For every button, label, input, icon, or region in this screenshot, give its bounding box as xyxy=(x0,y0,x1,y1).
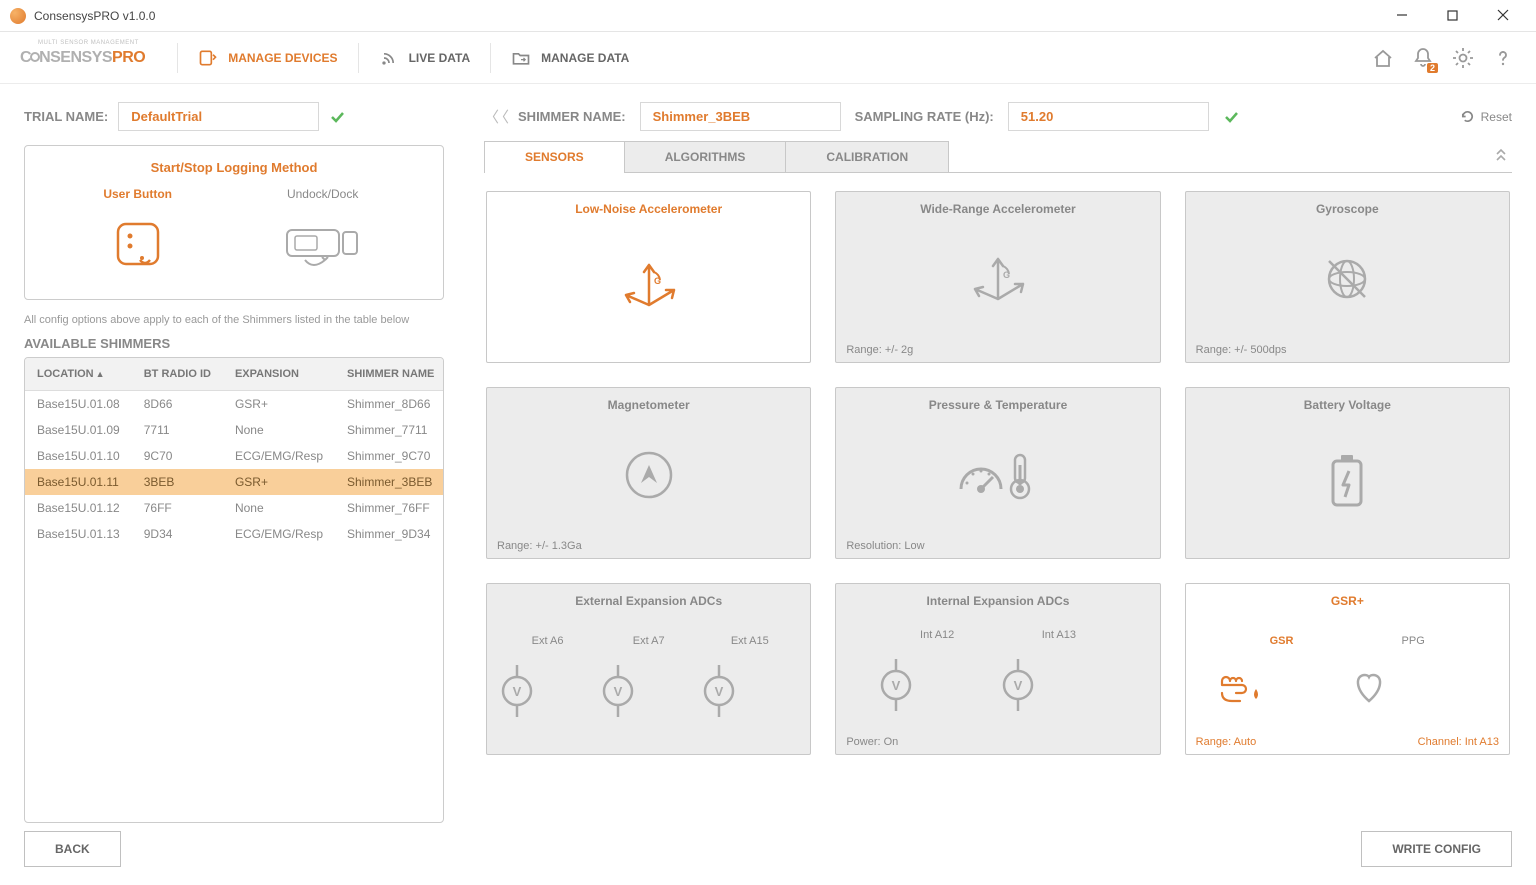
gauge-thermometer-icon xyxy=(836,416,1159,534)
sort-asc-icon: ▲ xyxy=(96,369,105,379)
svg-text:G: G xyxy=(1003,270,1010,280)
gear-icon[interactable] xyxy=(1450,45,1476,71)
write-config-button[interactable]: WRITE CONFIG xyxy=(1361,831,1512,867)
nav-manage-devices[interactable]: MANAGE DEVICES xyxy=(180,40,355,76)
table-row[interactable]: Base15U.01.088D66GSR+Shimmer_8D66 xyxy=(25,391,444,418)
svg-text:V: V xyxy=(715,684,724,699)
maximize-icon[interactable] xyxy=(1430,0,1476,32)
logging-undock-dock[interactable]: Undock/Dock xyxy=(281,187,365,279)
sampling-rate-label: SAMPLING RATE (Hz): xyxy=(855,109,994,124)
logging-user-button[interactable]: User Button xyxy=(103,187,172,279)
voltage-icon: V xyxy=(598,663,638,719)
sensor-wide-range-accelerometer[interactable]: Wide-Range Accelerometer G Range: +/- 2g xyxy=(835,191,1160,363)
tab-calibration[interactable]: CALIBRATION xyxy=(785,141,949,172)
svg-text:V: V xyxy=(513,684,522,699)
chevron-left-icon[interactable]: 〈〈 xyxy=(484,106,504,127)
brand-logo: MULTI SENSOR MANAGEMENT CNSENSYSPRO xyxy=(20,49,145,67)
svg-text:V: V xyxy=(892,678,901,693)
app-icon xyxy=(10,8,26,24)
logging-method-box: Start/Stop Logging Method User Button Un… xyxy=(24,145,444,300)
table-row[interactable]: Base15U.01.113BEBGSR+Shimmer_3BEB xyxy=(25,469,444,495)
col-expansion[interactable]: EXPANSION xyxy=(223,358,335,391)
back-button[interactable]: BACK xyxy=(24,831,121,867)
expand-icon[interactable] xyxy=(1494,148,1512,166)
nav-live-data[interactable]: LIVE DATA xyxy=(361,40,489,76)
sensor-gyroscope[interactable]: Gyroscope Range: +/- 500dps xyxy=(1185,191,1510,363)
notification-badge: 2 xyxy=(1427,63,1438,73)
accelerometer-icon: G xyxy=(487,220,810,350)
logging-title: Start/Stop Logging Method xyxy=(49,160,419,175)
footer: BACK WRITE CONFIG xyxy=(0,823,1536,885)
col-location[interactable]: LOCATION▲ xyxy=(25,358,132,391)
sensor-low-noise-accelerometer[interactable]: Low-Noise Accelerometer G xyxy=(486,191,811,363)
sensor-external-adcs[interactable]: External Expansion ADCs Ext A6 V Ext A7 … xyxy=(486,583,811,755)
minimize-icon[interactable] xyxy=(1379,0,1425,31)
tab-sensors[interactable]: SENSORS xyxy=(484,141,625,172)
sensor-magnetometer[interactable]: Magnetometer Range: +/- 1.3Ga xyxy=(486,387,811,559)
svg-text:G: G xyxy=(654,276,661,286)
home-icon[interactable] xyxy=(1370,45,1396,71)
sensor-internal-adcs[interactable]: Internal Expansion ADCs Int A12 V Int A1… xyxy=(835,583,1160,755)
table-row[interactable]: Base15U.01.1276FFNoneShimmer_76FF xyxy=(25,495,444,521)
voltage-icon: V xyxy=(876,657,916,713)
close-icon[interactable] xyxy=(1480,0,1526,31)
dock-icon xyxy=(281,209,365,279)
available-shimmers-header: AVAILABLE SHIMMERS xyxy=(24,336,444,351)
window-title: ConsensysPRO v1.0.0 xyxy=(34,9,1379,23)
gyroscope-icon xyxy=(1186,220,1509,338)
titlebar: ConsensysPRO v1.0.0 xyxy=(0,0,1536,32)
table-row[interactable]: Base15U.01.109C70ECG/EMG/RespShimmer_9C7… xyxy=(25,443,444,469)
help-icon[interactable] xyxy=(1490,45,1516,71)
shimmer-table: LOCATION▲ BT RADIO ID EXPANSION SHIMMER … xyxy=(24,357,444,823)
svg-text:V: V xyxy=(1014,678,1023,693)
trial-name-input[interactable] xyxy=(118,102,319,131)
config-note: All config options above apply to each o… xyxy=(24,314,444,326)
signal-icon xyxy=(379,48,399,68)
sensor-pressure-temperature[interactable]: Pressure & Temperature Resolution: Low xyxy=(835,387,1160,559)
toolbar: MULTI SENSOR MANAGEMENT CNSENSYSPRO MANA… xyxy=(0,32,1536,84)
reset-button[interactable]: Reset xyxy=(1460,109,1512,124)
tab-algorithms[interactable]: ALGORITHMS xyxy=(624,141,787,172)
battery-icon xyxy=(1186,416,1509,546)
svg-text:V: V xyxy=(614,684,623,699)
table-row[interactable]: Base15U.01.139D34ECG/EMG/RespShimmer_9D3… xyxy=(25,521,444,547)
config-tabs: SENSORS ALGORITHMS CALIBRATION xyxy=(484,141,1512,173)
bell-icon[interactable]: 2 xyxy=(1410,45,1436,71)
table-row[interactable]: Base15U.01.097711NoneShimmer_7711 xyxy=(25,417,444,443)
voltage-icon: V xyxy=(497,663,537,719)
sensor-battery-voltage[interactable]: Battery Voltage xyxy=(1185,387,1510,559)
heart-icon xyxy=(1347,663,1391,707)
compass-icon xyxy=(487,416,810,534)
nav-manage-data[interactable]: MANAGE DATA xyxy=(493,40,647,76)
user-button-icon xyxy=(103,209,172,279)
sensor-gsr-plus[interactable]: GSR+ GSR PPG Range: Auto Channel: Int A1… xyxy=(1185,583,1510,755)
hand-drop-icon xyxy=(1216,663,1266,707)
folder-icon xyxy=(511,48,531,68)
accelerometer-icon: G xyxy=(836,220,1159,338)
shimmer-name-input[interactable] xyxy=(640,102,841,131)
trial-name-label: TRIAL NAME: xyxy=(24,109,108,124)
check-icon xyxy=(1223,109,1239,125)
check-icon xyxy=(329,109,345,125)
shimmer-name-label: SHIMMER NAME: xyxy=(518,109,626,124)
devices-icon xyxy=(198,48,218,68)
col-name[interactable]: SHIMMER NAME xyxy=(335,358,444,391)
sampling-rate-input[interactable] xyxy=(1008,102,1209,131)
voltage-icon: V xyxy=(699,663,739,719)
col-bt[interactable]: BT RADIO ID xyxy=(132,358,223,391)
voltage-icon: V xyxy=(998,657,1038,713)
